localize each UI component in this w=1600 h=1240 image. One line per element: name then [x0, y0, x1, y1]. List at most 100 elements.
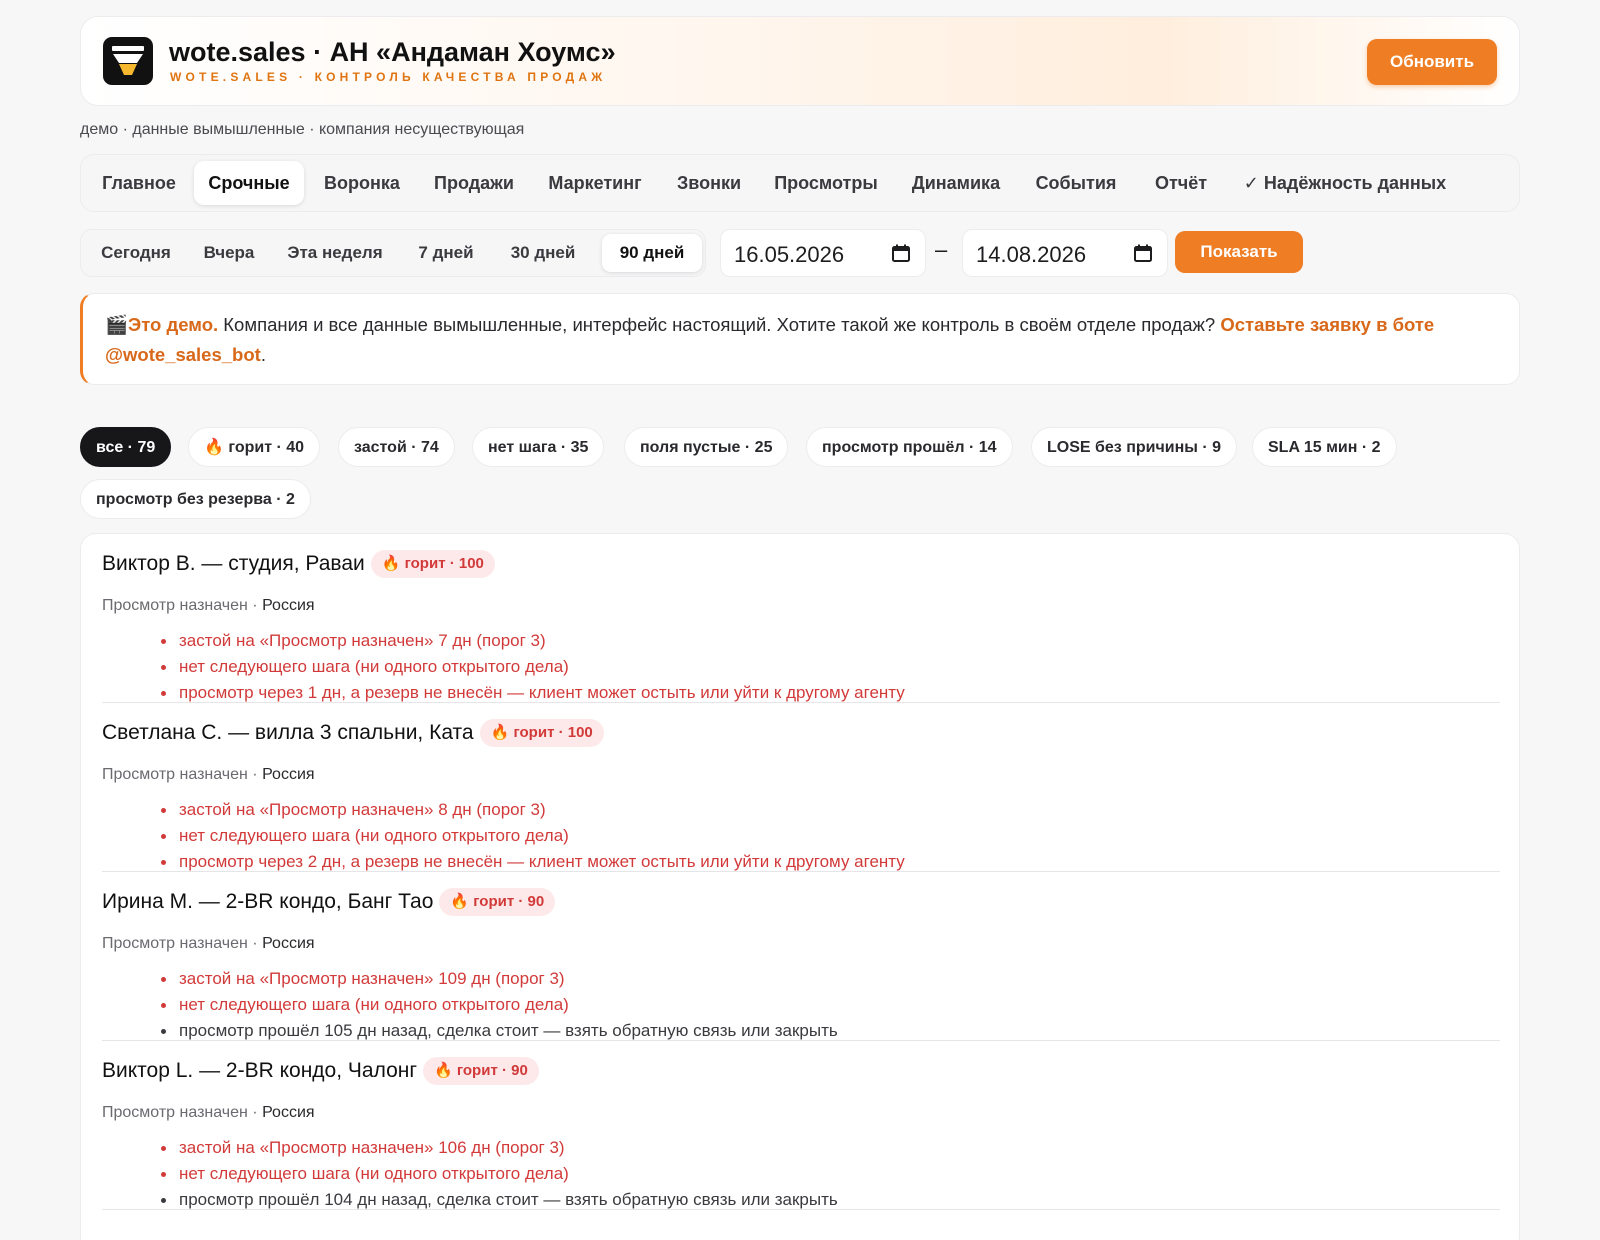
deal-stage: Просмотр назначен [102, 597, 248, 614]
deal-country: Россия [262, 597, 315, 614]
issue-item: просмотр прошёл 104 дн назад, сделка сто… [161, 1187, 838, 1213]
tab-data-reliability[interactable]: ✓ Надёжность данных [1231, 161, 1459, 205]
filter-chip-count: 40 [286, 439, 305, 456]
deal-title: Светлана С. — вилла 3 спальни, Ката [102, 721, 474, 744]
deal-issues: застой на «Просмотр назначен» 106 дн (по… [161, 1135, 838, 1213]
app-title: wote.sales · АН «Андаман Хоумс» [169, 37, 616, 67]
calendar-icon[interactable] [891, 243, 911, 268]
deal-stage: Просмотр назначен [102, 1104, 248, 1121]
tab-urgent[interactable]: Срочные [194, 161, 304, 205]
period-this-week[interactable]: Эта неделя [271, 234, 399, 272]
deal-meta: Просмотр назначен · Россия [102, 935, 315, 952]
issue-item: застой на «Просмотр назначен» 7 дн (поро… [161, 628, 905, 654]
demo-banner: 🎬Это демо. Компания и все данные вымышле… [80, 293, 1520, 385]
deal-item[interactable]: Ирина М. — 2-BR кондо, Банг Тао 🔥 горит … [102, 872, 1500, 1041]
deal-item[interactable]: Светлана С. — вилла 3 спальни, Ката 🔥 го… [102, 703, 1500, 872]
demo-note: демо · данные вымышленные · компания нес… [80, 121, 525, 138]
deal-meta: Просмотр назначен · Россия [102, 766, 315, 783]
tab-calls[interactable]: Звонки [661, 161, 757, 205]
refresh-button[interactable]: Обновить [1367, 39, 1497, 85]
tab-viewings[interactable]: Просмотры [760, 161, 892, 205]
period-yesterday[interactable]: Вчера [189, 234, 269, 272]
filter-chip-empty-fields[interactable]: поля пустые · 25 [624, 427, 789, 467]
tab-events[interactable]: События [1020, 161, 1132, 205]
deal-item[interactable]: Виктор L. — 2-BR кондо, Чалонг 🔥 горит ·… [102, 1041, 1500, 1210]
issue-item: застой на «Просмотр назначен» 109 дн (по… [161, 966, 838, 992]
issue-item: нет следующего шага (ни одного открытого… [161, 1161, 838, 1187]
tab-main[interactable]: Главное [87, 161, 191, 205]
period-30-days[interactable]: 30 дней [493, 234, 593, 272]
show-button[interactable]: Показать [1175, 231, 1303, 273]
deal-issues: застой на «Просмотр назначен» 7 дн (поро… [161, 628, 905, 706]
deal-stage: Просмотр назначен [102, 766, 248, 783]
filter-chip-label: SLA 15 мин [1268, 439, 1358, 456]
issue-item: нет следующего шага (ни одного открытого… [161, 992, 838, 1018]
date-from-input[interactable]: 16.05.2026 [720, 229, 926, 277]
deal-issues: застой на «Просмотр назначен» 8 дн (поро… [161, 797, 905, 875]
burning-badge: 🔥 горит · 90 [439, 888, 556, 916]
period-90-days[interactable]: 90 дней [602, 234, 702, 272]
deal-title: Ирина М. — 2-BR кондо, Банг Тао [102, 890, 434, 913]
filter-chip-sla[interactable]: SLA 15 мин · 2 [1252, 427, 1397, 467]
deal-issues: застой на «Просмотр назначен» 109 дн (по… [161, 966, 838, 1044]
date-to-input[interactable]: 14.08.2026 [962, 229, 1168, 277]
deal-country: Россия [262, 766, 315, 783]
demo-banner-text: 🎬Это демо. Компания и все данные вымышле… [105, 310, 1505, 370]
filter-chip-viewing-done[interactable]: просмотр прошёл · 14 [806, 427, 1013, 467]
filter-chip-label: 🔥 горит [204, 439, 273, 456]
filter-chip-label: все [96, 439, 124, 456]
deal-country: Россия [262, 935, 315, 952]
tab-marketing[interactable]: Маркетинг [532, 161, 658, 205]
demo-banner-body: Компания и все данные вымышленные, интер… [218, 314, 1221, 335]
tab-dynamics[interactable]: Динамика [895, 161, 1017, 205]
clapperboard-icon: 🎬 [105, 314, 129, 335]
filter-chip-count: 74 [421, 439, 439, 456]
date-from-value: 16.05.2026 [734, 242, 845, 267]
burning-badge: 🔥 горит · 90 [423, 1057, 539, 1085]
deal-title-row: Ирина М. — 2-BR кондо, Банг Тао 🔥 горит … [102, 888, 556, 916]
period-selector: Сегодня Вчера Эта неделя 7 дней 30 дней … [80, 229, 706, 277]
filter-chip-label: LOSE без причины [1047, 439, 1198, 456]
filter-chip-no-step[interactable]: нет шага · 35 [472, 427, 605, 467]
filter-chip-count: 35 [570, 439, 589, 456]
period-today[interactable]: Сегодня [85, 234, 187, 272]
filter-chip-lose-no-reason[interactable]: LOSE без причины · 9 [1031, 427, 1238, 467]
deal-title-row: Светлана С. — вилла 3 спальни, Ката 🔥 го… [102, 719, 604, 747]
tab-funnel[interactable]: Воронка [308, 161, 416, 205]
demo-banner-lead: Это демо. [128, 314, 219, 335]
period-7-days[interactable]: 7 дней [401, 234, 491, 272]
deal-stage: Просмотр назначен [102, 935, 248, 952]
deal-title: Виктор L. — 2-BR кондо, Чалонг [102, 1059, 417, 1082]
filter-chip-count: 79 [137, 439, 156, 456]
demo-banner-end: . [260, 344, 266, 365]
filter-chip-count: 2 [285, 491, 295, 508]
deal-country: Россия [262, 1104, 315, 1121]
issue-item: застой на «Просмотр назначен» 8 дн (поро… [161, 797, 905, 823]
tab-sales[interactable]: Продажи [419, 161, 529, 205]
filter-chip-label: просмотр без резерва [96, 491, 272, 508]
deal-meta: Просмотр назначен · Россия [102, 597, 315, 614]
filter-chip-count: 14 [978, 439, 997, 456]
burning-badge: 🔥 горит · 100 [479, 719, 604, 747]
filter-chip-viewing-no-reserve[interactable]: просмотр без резерва · 2 [80, 479, 311, 519]
deal-title-row: Виктор L. — 2-BR кондо, Чалонг 🔥 горит ·… [102, 1057, 539, 1085]
filter-chip-burning[interactable]: 🔥 горит · 40 [188, 427, 321, 467]
issue-item: застой на «Просмотр назначен» 106 дн (по… [161, 1135, 838, 1161]
filter-chip-count: 2 [1371, 439, 1381, 456]
deal-title-row: Виктор В. — студия, Раваи 🔥 горит · 100 [102, 550, 495, 578]
date-to-value: 14.08.2026 [976, 242, 1087, 267]
urgent-deals-list: Виктор В. — студия, Раваи 🔥 горит · 100 … [80, 533, 1520, 1240]
deal-meta: Просмотр назначен · Россия [102, 1104, 315, 1121]
filter-chip-label: застой [354, 439, 407, 456]
issue-item: нет следующего шага (ни одного открытого… [161, 654, 905, 680]
filter-chip-count: 9 [1212, 439, 1222, 456]
filter-chip-stagnation[interactable]: застой · 74 [338, 427, 455, 467]
burning-badge: 🔥 горит · 100 [370, 550, 495, 578]
filter-chip-all[interactable]: все · 79 [80, 427, 172, 467]
app-header: wote.sales · АН «Андаман Хоумс» WOTE.SAL… [80, 16, 1520, 106]
calendar-icon[interactable] [1133, 243, 1153, 268]
main-tabs: Главное Срочные Воронка Продажи Маркетин… [80, 154, 1520, 212]
deal-item[interactable]: Виктор В. — студия, Раваи 🔥 горит · 100 … [102, 534, 1500, 703]
tab-report[interactable]: Отчёт [1135, 161, 1227, 205]
filter-chip-label: просмотр прошёл [822, 439, 965, 456]
